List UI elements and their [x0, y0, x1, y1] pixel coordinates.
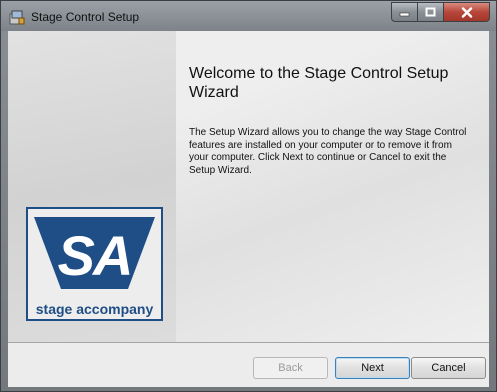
minimize-button[interactable]	[391, 2, 418, 22]
setup-installer-icon	[9, 10, 25, 25]
logo-mark-text: SA	[58, 224, 132, 287]
wizard-footer: Back Next Cancel	[8, 342, 489, 387]
caption-buttons	[391, 2, 490, 22]
back-button[interactable]: Back	[253, 357, 328, 379]
window-title: Stage Control Setup	[31, 10, 140, 24]
maximize-icon	[425, 7, 436, 17]
cancel-button[interactable]: Cancel	[411, 357, 486, 379]
close-button[interactable]	[444, 2, 490, 22]
title-bar[interactable]: Stage Control Setup	[1, 1, 496, 31]
wizard-content: SA stage accompany Welcome to the Stage …	[8, 31, 489, 342]
sa-logo-mark: SA	[34, 217, 155, 289]
welcome-description: The Setup Wizard allows you to change th…	[189, 127, 467, 176]
welcome-heading: Welcome to the Stage Control Setup Wizar…	[189, 65, 449, 101]
close-icon	[461, 6, 472, 18]
maximize-button[interactable]	[418, 2, 444, 22]
setup-window: Stage Control Setup SA stage accompany W…	[0, 0, 497, 392]
minimize-icon	[399, 12, 410, 17]
stage-accompany-logo: SA stage accompany	[26, 207, 163, 321]
next-button[interactable]: Next	[335, 357, 410, 379]
logo-caption: stage accompany	[35, 301, 154, 317]
